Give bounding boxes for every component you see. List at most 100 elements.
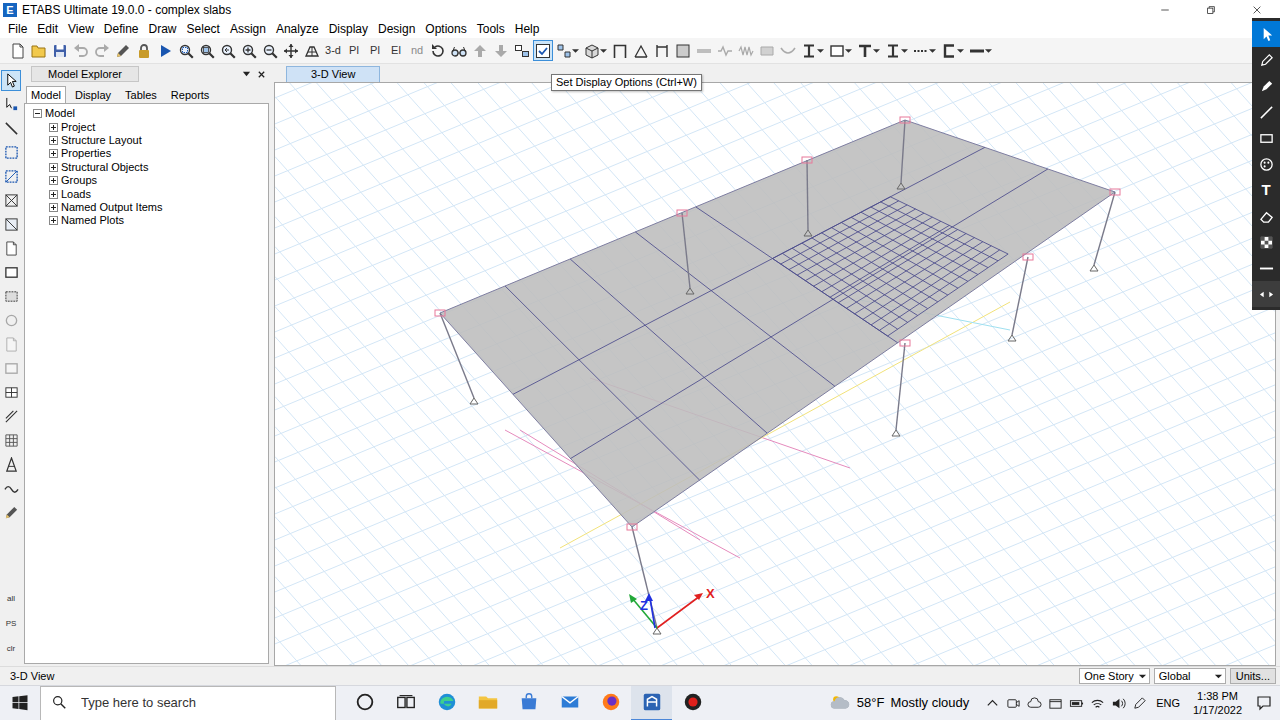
column[interactable] bbox=[682, 213, 690, 288]
coordinate-select[interactable]: Global bbox=[1154, 668, 1226, 684]
toolbar-button[interactable] bbox=[883, 40, 910, 61]
menu-item[interactable]: Design bbox=[373, 20, 420, 38]
clock[interactable]: 1:38 PM1/17/2022 bbox=[1189, 689, 1246, 717]
taskbar-app[interactable] bbox=[672, 686, 713, 720]
tree-item[interactable]: Groups bbox=[33, 174, 268, 187]
tool-button[interactable] bbox=[1, 358, 21, 379]
toolbar-button[interactable]: El bbox=[386, 40, 406, 61]
view-tab[interactable]: 3-D View bbox=[286, 66, 380, 82]
wifi-button[interactable] bbox=[1090, 696, 1105, 711]
collapse-icon[interactable] bbox=[33, 109, 42, 118]
toolbar-button[interactable] bbox=[428, 40, 448, 61]
ink-tool[interactable] bbox=[1252, 151, 1280, 177]
tool-button[interactable] bbox=[1, 142, 21, 163]
menu-item[interactable]: Analyze bbox=[271, 20, 324, 38]
tool-button[interactable] bbox=[1, 94, 21, 115]
volume-button[interactable] bbox=[1111, 696, 1126, 711]
tree-item[interactable]: Model bbox=[33, 107, 268, 120]
toolbar-button[interactable]: 3-d bbox=[323, 40, 343, 61]
toolbar-button[interactable] bbox=[491, 40, 511, 61]
tree-item[interactable]: Properties bbox=[33, 147, 268, 160]
expand-icon[interactable] bbox=[49, 136, 58, 145]
explorer-tab[interactable]: Reports bbox=[166, 86, 215, 103]
menu-item[interactable]: Help bbox=[510, 20, 545, 38]
expand-icon[interactable] bbox=[49, 203, 58, 212]
toolbar-button[interactable] bbox=[260, 40, 280, 61]
tool-button[interactable] bbox=[1, 190, 21, 211]
menu-item[interactable]: View bbox=[63, 20, 99, 38]
toolbar-button[interactable] bbox=[155, 40, 175, 61]
ink-tool[interactable] bbox=[1252, 125, 1280, 151]
meet-button[interactable] bbox=[1006, 696, 1021, 711]
toolbar-button[interactable] bbox=[71, 40, 91, 61]
toolbar-button[interactable] bbox=[134, 40, 154, 61]
menu-item[interactable]: Draw bbox=[144, 20, 182, 38]
menu-item[interactable]: Display bbox=[324, 20, 373, 38]
explorer-close-button[interactable] bbox=[254, 67, 269, 82]
restore-button[interactable] bbox=[1188, 0, 1234, 20]
column[interactable] bbox=[901, 120, 905, 183]
tree-item[interactable]: Structural Objects bbox=[33, 161, 268, 174]
taskbar-app[interactable] bbox=[631, 686, 672, 720]
toolbar-button[interactable] bbox=[29, 40, 49, 61]
folder-button[interactable] bbox=[1048, 696, 1063, 711]
toolbar-button[interactable] bbox=[218, 40, 238, 61]
ink-tool[interactable]: T bbox=[1252, 177, 1280, 203]
explorer-menu-button[interactable] bbox=[239, 67, 254, 82]
toolbar-button[interactable] bbox=[239, 40, 259, 61]
taskbar-app[interactable] bbox=[344, 686, 385, 720]
tool-button[interactable] bbox=[1, 286, 21, 307]
tool-button[interactable] bbox=[1, 334, 21, 355]
toolbar-button[interactable] bbox=[652, 40, 672, 61]
toolbar-button[interactable] bbox=[757, 40, 777, 61]
weather-widget[interactable]: 58°FMostly cloudy bbox=[829, 692, 969, 714]
tool-button[interactable] bbox=[1, 478, 21, 499]
tree-item[interactable]: Project bbox=[33, 120, 268, 133]
expand-icon[interactable] bbox=[49, 123, 58, 132]
tool-button[interactable] bbox=[1, 502, 21, 523]
toolbar-button[interactable] bbox=[449, 40, 469, 61]
toolbar-button[interactable] bbox=[967, 40, 994, 61]
expand-icon[interactable] bbox=[49, 163, 58, 172]
toolbar-button[interactable]: nd bbox=[407, 40, 427, 61]
close-button[interactable] bbox=[1234, 0, 1280, 20]
toolbar-button[interactable] bbox=[673, 40, 693, 61]
input-language[interactable]: ENG bbox=[1153, 695, 1183, 712]
ink-tool[interactable] bbox=[1252, 255, 1280, 281]
tool-label[interactable]: clr bbox=[7, 638, 15, 660]
explorer-tab[interactable]: Tables bbox=[120, 86, 162, 103]
tool-button[interactable] bbox=[1, 262, 21, 283]
tree-item[interactable]: Named Output Items bbox=[33, 201, 268, 214]
toolbar-button[interactable] bbox=[911, 40, 938, 61]
toolbar-button[interactable] bbox=[281, 40, 301, 61]
tool-button[interactable] bbox=[1, 310, 21, 331]
ink-tool[interactable] bbox=[1252, 47, 1280, 73]
column[interactable] bbox=[632, 527, 657, 628]
toolbar-button[interactable] bbox=[631, 40, 651, 61]
tool-button[interactable] bbox=[1, 382, 21, 403]
cloud-sync-button[interactable] bbox=[1027, 696, 1042, 711]
toolbar-button[interactable]: Pl bbox=[344, 40, 364, 61]
tree-item[interactable]: Loads bbox=[33, 187, 268, 200]
toolbar-button[interactable] bbox=[512, 40, 532, 61]
toolbar-button[interactable] bbox=[736, 40, 756, 61]
explorer-tab[interactable]: Display bbox=[70, 86, 116, 103]
column[interactable] bbox=[896, 343, 905, 430]
toolbar-button[interactable] bbox=[113, 40, 133, 61]
taskbar-app[interactable] bbox=[590, 686, 631, 720]
menu-item[interactable]: Assign bbox=[225, 20, 271, 38]
tool-button[interactable] bbox=[1, 70, 21, 91]
column[interactable] bbox=[1012, 257, 1028, 335]
taskbar-app[interactable] bbox=[467, 686, 508, 720]
tool-button[interactable] bbox=[1, 118, 21, 139]
units-button[interactable]: Units... bbox=[1230, 668, 1276, 684]
menu-item[interactable]: Define bbox=[99, 20, 144, 38]
toolbar-button[interactable] bbox=[92, 40, 112, 61]
ink-tool[interactable] bbox=[1252, 21, 1280, 47]
ink-tool[interactable] bbox=[1252, 281, 1280, 307]
slab[interactable] bbox=[440, 120, 1115, 527]
ink-tool[interactable] bbox=[1252, 99, 1280, 125]
ink-tool[interactable] bbox=[1252, 229, 1280, 255]
notifications-button[interactable] bbox=[1252, 695, 1276, 711]
tool-button[interactable] bbox=[1, 406, 21, 427]
